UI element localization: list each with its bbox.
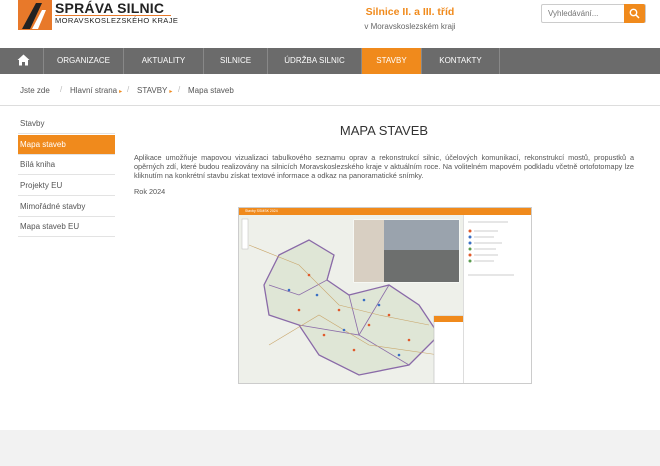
breadcrumb-separator: / (178, 85, 181, 94)
nav-silnice[interactable]: SILNICE (204, 48, 268, 74)
main-nav: ORGANIZACE AKTUALITY SILNICE ÚDRŽBA SILN… (0, 48, 660, 74)
page-title: MAPA STAVEB (339, 123, 429, 138)
sidebar-item-projekty-eu[interactable]: Projekty EU (18, 176, 115, 197)
breadcrumb-prefix: Jste zde (20, 86, 50, 95)
tagline-subtitle: v Moravskoslezském kraji (364, 22, 456, 31)
main-content: MAPA STAVEB Aplikace umožňuje mapovou vi… (134, 114, 634, 384)
tagline: Silnice II. a III. tříd v Moravskoslezsk… (330, 6, 490, 31)
logo-mark-icon (18, 0, 52, 30)
sidebar-item-mapa-staveb-eu[interactable]: Mapa staveb EU (18, 217, 115, 238)
page-description: Aplikace umožňuje mapovou vizualizaci ta… (134, 153, 634, 181)
nav-home[interactable] (0, 48, 44, 74)
sidebar-item-mapa-staveb[interactable]: Mapa staveb (18, 134, 115, 155)
breadcrumb-stavby-label: STAVBY (137, 86, 168, 95)
page-bottom-area (0, 430, 660, 466)
content-area: Stavby Mapa staveb Bílá kniha Projekty E… (0, 106, 660, 430)
sidebar: Stavby Mapa staveb Bílá kniha Projekty E… (18, 114, 115, 238)
map-app-toolbar: Stavby SSMSK 2024 (239, 208, 531, 215)
breadcrumb-stavby-link[interactable]: STAVBY ▸ (137, 86, 172, 95)
nav-organizace[interactable]: ORGANIZACE (44, 48, 124, 74)
tagline-title: Silnice II. a III. tříd (365, 6, 455, 18)
year-label: Rok 2024 (134, 186, 166, 196)
nav-stavby[interactable]: STAVBY (362, 48, 422, 74)
breadcrumb-home-label: Hlavní strana (70, 86, 118, 95)
breadcrumb-current: Mapa staveb (188, 86, 234, 95)
arrow-right-icon: ▸ (169, 89, 173, 95)
breadcrumb-home-link[interactable]: Hlavní strana ▸ (70, 86, 122, 95)
breadcrumb-separator: / (60, 85, 63, 94)
header: SPRÁVA SILNIC MORAVSKOSLEZSKÉHO KRAJE Si… (0, 0, 660, 48)
search-icon (629, 8, 640, 19)
page: SPRÁVA SILNIC MORAVSKOSLEZSKÉHO KRAJE Si… (0, 0, 660, 466)
sidebar-item-stavby[interactable]: Stavby (18, 114, 115, 134)
arrow-right-icon: ▸ (119, 89, 123, 95)
nav-kontakty[interactable]: KONTAKTY (422, 48, 500, 74)
search-button[interactable] (624, 4, 645, 23)
logo-title: SPRÁVA SILNIC (55, 0, 165, 16)
breadcrumb: Jste zde / Hlavní strana ▸ / STAVBY ▸ / Ma… (0, 74, 660, 106)
sidebar-item-mimoradne-stavby[interactable]: Mimořádné stavby (18, 196, 115, 217)
logo[interactable]: SPRÁVA SILNIC MORAVSKOSLEZSKÉHO KRAJE (18, 0, 178, 30)
map-region-graphic (239, 215, 465, 383)
home-icon (17, 54, 30, 66)
logo-subtitle: MORAVSKOSLEZSKÉHO KRAJE (55, 16, 179, 25)
map-app-title: Stavby SSMSK 2024 (245, 209, 278, 213)
search-input[interactable] (542, 5, 626, 22)
search-box (541, 4, 646, 23)
breadcrumb-separator: / (127, 85, 130, 94)
nav-udrzba-silnic[interactable]: ÚDRŽBA SILNIC (268, 48, 362, 74)
nav-aktuality[interactable]: AKTUALITY (124, 48, 204, 74)
map-legend-panel (463, 215, 531, 383)
map-preview-image[interactable]: Stavby SSMSK 2024 (238, 207, 532, 384)
sidebar-item-bila-kniha[interactable]: Bílá kniha (18, 155, 115, 176)
